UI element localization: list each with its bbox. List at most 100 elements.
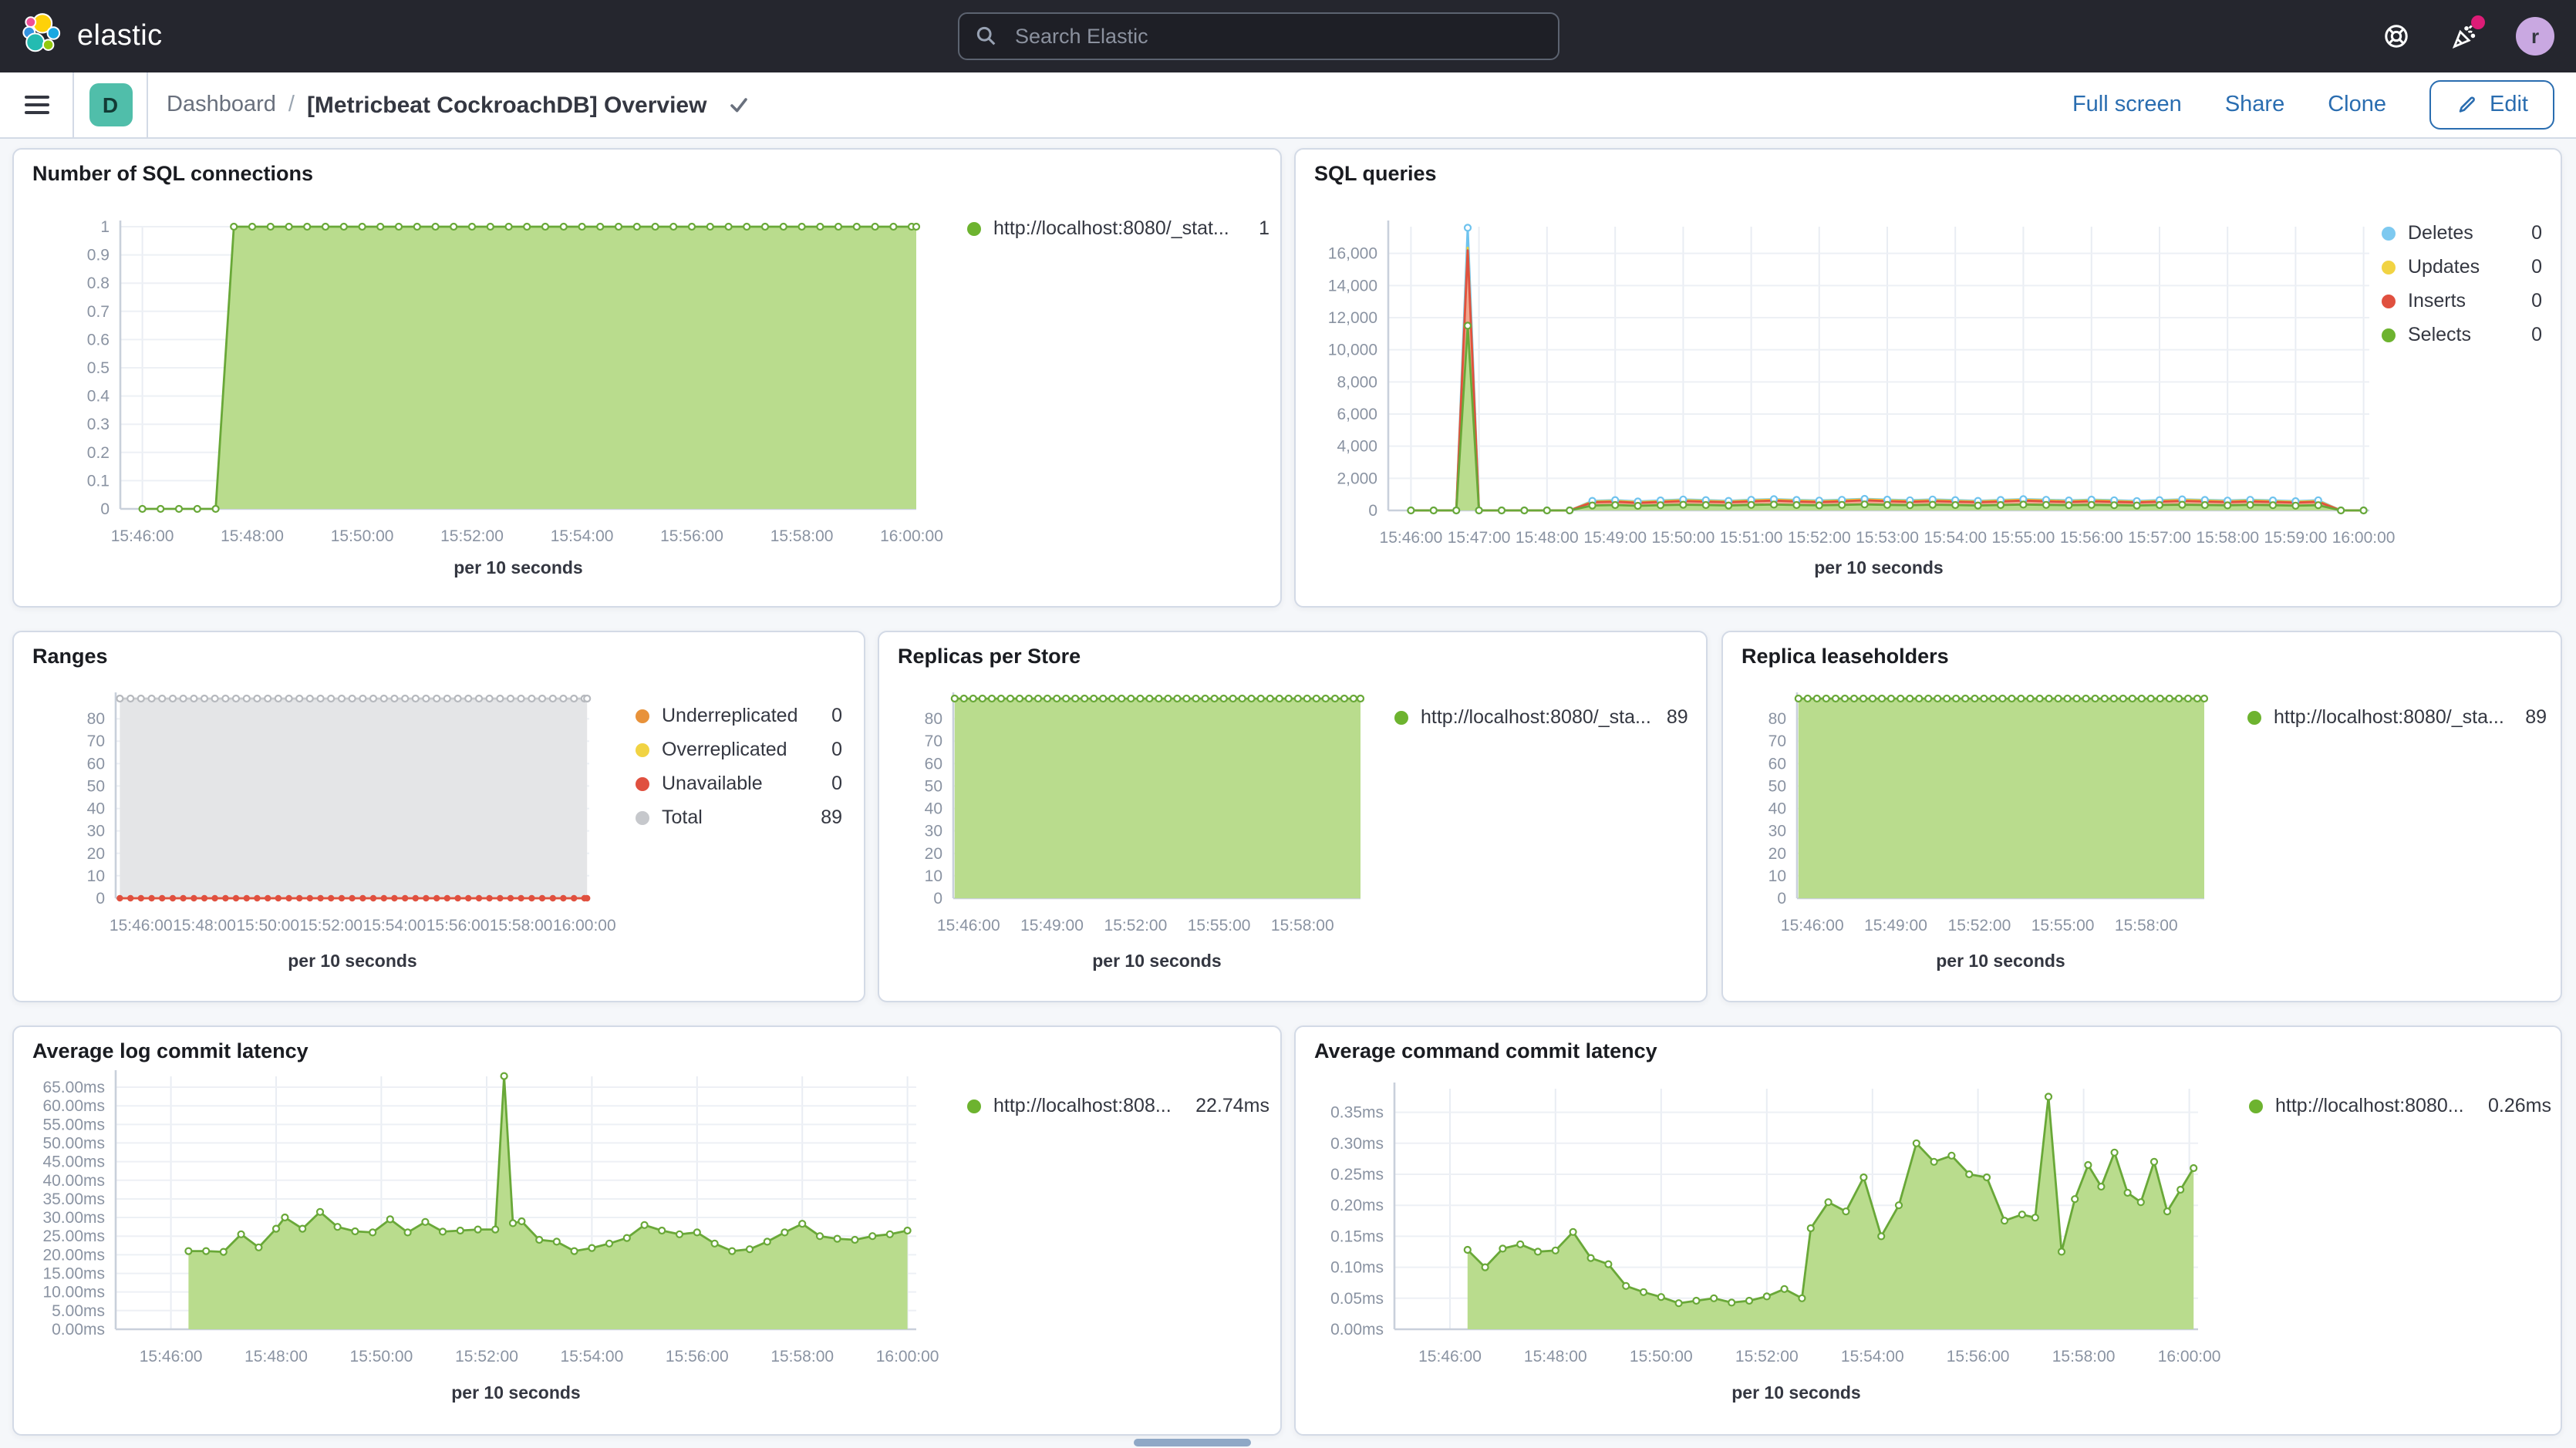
svg-text:0.10ms: 0.10ms	[1330, 1259, 1384, 1277]
full-screen-button[interactable]: Full screen	[2072, 93, 2182, 117]
clone-button[interactable]: Clone	[2328, 93, 2386, 117]
svg-text:0.30ms: 0.30ms	[1330, 1135, 1384, 1153]
svg-text:30: 30	[1768, 823, 1786, 840]
svg-text:15.00ms: 15.00ms	[42, 1265, 105, 1283]
svg-text:15:46:00: 15:46:00	[1380, 529, 1443, 547]
svg-text:0.5: 0.5	[87, 359, 110, 377]
svg-text:15:50:00: 15:50:00	[236, 917, 299, 934]
svg-text:0.9: 0.9	[87, 247, 110, 264]
dashboard-app-cell: D	[74, 72, 147, 137]
cmd-latency-chart[interactable]: 15:46:0015:48:0015:50:0015:52:0015:54:00…	[1296, 1027, 2564, 1437]
legend-value: 0	[816, 773, 842, 796]
legend-item[interactable]: Overreplicated0	[636, 739, 842, 762]
svg-text:20: 20	[925, 845, 942, 863]
svg-text:0.1: 0.1	[87, 472, 110, 490]
replicas-chart[interactable]: 15:46:0015:49:0015:52:0015:55:0015:58:00…	[879, 632, 1709, 1004]
legend-value: 0	[2516, 324, 2542, 347]
edit-button[interactable]: Edit	[2429, 80, 2554, 130]
svg-text:6,000: 6,000	[1337, 406, 1377, 423]
breadcrumb-separator: /	[288, 93, 295, 117]
svg-text:15:53:00: 15:53:00	[1856, 529, 1919, 547]
legend-value: 89	[805, 807, 842, 830]
x-axis-caption: per 10 seconds	[1797, 953, 2204, 972]
help-icon[interactable]	[2380, 21, 2411, 52]
legend-item[interactable]: http://localhost:8080...0.26ms	[2249, 1095, 2551, 1118]
chart-legend: http://localhost:8080/_sta...89	[2247, 706, 2547, 729]
legend-item[interactable]: Underreplicated0	[636, 705, 842, 728]
elastic-logo[interactable]: elastic	[0, 12, 163, 61]
legend-item[interactable]: http://localhost:8080/_stat...1	[967, 217, 1269, 241]
svg-text:10: 10	[925, 867, 942, 885]
svg-text:15:48:00: 15:48:00	[1516, 529, 1579, 547]
legend-label: Unavailable	[662, 773, 763, 796]
search-input[interactable]	[1012, 23, 1543, 49]
series-color-dot	[2382, 261, 2396, 274]
chart-legend: http://localhost:808...22.74ms	[967, 1095, 1269, 1118]
legend-value: 1	[1243, 217, 1269, 241]
series-color-dot	[636, 811, 649, 825]
svg-text:15:51:00: 15:51:00	[1720, 529, 1783, 547]
horizontal-scrollbar-thumb[interactable]	[1134, 1439, 1251, 1446]
svg-text:50: 50	[87, 777, 105, 795]
global-search-bar[interactable]	[958, 12, 1559, 60]
svg-text:40: 40	[925, 800, 942, 818]
svg-text:0: 0	[96, 890, 105, 908]
legend-label: http://localhost:8080...	[2275, 1095, 2464, 1118]
svg-text:15:48:00: 15:48:00	[244, 1348, 308, 1365]
panel-command-commit-latency: Average command commit latency 15:46:001…	[1294, 1025, 2562, 1436]
svg-text:20: 20	[1768, 845, 1786, 863]
svg-text:15:52:00: 15:52:00	[1735, 1348, 1799, 1365]
chart-legend: http://localhost:8080/_stat...1	[967, 217, 1269, 241]
panel-replicas-per-store: Replicas per Store 15:46:0015:49:0015:52…	[878, 631, 1708, 1002]
top-navigation-bar: elastic	[0, 0, 2576, 72]
newsfeed-icon[interactable]	[2448, 21, 2479, 52]
sql-queries-chart[interactable]: 15:46:0015:47:0015:48:0015:49:0015:50:00…	[1296, 150, 2564, 609]
svg-text:10,000: 10,000	[1328, 342, 1377, 359]
x-axis-caption: per 10 seconds	[116, 1385, 916, 1403]
svg-text:70: 70	[1768, 732, 1786, 750]
menu-button[interactable]	[0, 72, 72, 137]
svg-text:50: 50	[1768, 777, 1786, 795]
svg-text:15:49:00: 15:49:00	[1020, 917, 1084, 934]
x-axis-caption: per 10 seconds	[120, 560, 916, 578]
share-button[interactable]: Share	[2225, 93, 2284, 117]
svg-text:0.6: 0.6	[87, 331, 110, 349]
svg-text:1: 1	[100, 218, 110, 236]
svg-text:0.2: 0.2	[87, 444, 110, 462]
svg-text:15:54:00: 15:54:00	[1841, 1348, 1904, 1365]
svg-text:0.8: 0.8	[87, 274, 110, 292]
legend-item[interactable]: http://localhost:808...22.74ms	[967, 1095, 1269, 1118]
legend-item[interactable]: Inserts0	[2382, 290, 2542, 313]
svg-text:15:58:00: 15:58:00	[2115, 917, 2178, 934]
dashboard-app-badge[interactable]: D	[89, 83, 132, 126]
series-color-dot	[636, 777, 649, 791]
legend-item[interactable]: Unavailable 0	[636, 773, 842, 796]
svg-text:40.00ms: 40.00ms	[42, 1172, 105, 1190]
breadcrumb-dashboard-link[interactable]: Dashboard	[167, 93, 276, 117]
log-latency-chart[interactable]: 15:46:0015:48:0015:50:0015:52:0015:54:00…	[14, 1027, 1283, 1437]
legend-item[interactable]: http://localhost:8080/_sta...89	[2247, 706, 2547, 729]
legend-item[interactable]: Updates0	[2382, 256, 2542, 279]
legend-item[interactable]: Selects0	[2382, 324, 2542, 347]
svg-text:10.00ms: 10.00ms	[42, 1284, 105, 1302]
svg-text:15:49:00: 15:49:00	[1864, 917, 1927, 934]
legend-item[interactable]: http://localhost:8080/_sta...89	[1394, 706, 1681, 729]
check-icon[interactable]	[728, 94, 750, 116]
svg-text:15:54:00: 15:54:00	[363, 917, 427, 934]
svg-text:15:55:00: 15:55:00	[2031, 917, 2095, 934]
dashboard-canvas: Number of SQL connections 15:46:0015:48:…	[0, 139, 2576, 1448]
svg-text:40: 40	[1768, 800, 1786, 818]
legend-label: Deletes	[2408, 222, 2473, 245]
svg-text:0.15ms: 0.15ms	[1330, 1227, 1384, 1245]
svg-text:70: 70	[87, 732, 105, 750]
svg-text:0.05ms: 0.05ms	[1330, 1290, 1384, 1308]
svg-text:4,000: 4,000	[1337, 438, 1377, 456]
svg-text:12,000: 12,000	[1328, 309, 1377, 327]
legend-item[interactable]: Deletes0	[2382, 222, 2542, 245]
hamburger-icon	[24, 96, 49, 114]
series-color-dot	[636, 709, 649, 723]
leaseholders-chart[interactable]: 15:46:0015:49:0015:52:0015:55:0015:58:00…	[1723, 632, 2564, 1004]
legend-item[interactable]: Total89	[636, 807, 842, 830]
user-avatar[interactable]: r	[2516, 17, 2554, 56]
legend-label: http://localhost:8080/_sta...	[2274, 706, 2504, 729]
